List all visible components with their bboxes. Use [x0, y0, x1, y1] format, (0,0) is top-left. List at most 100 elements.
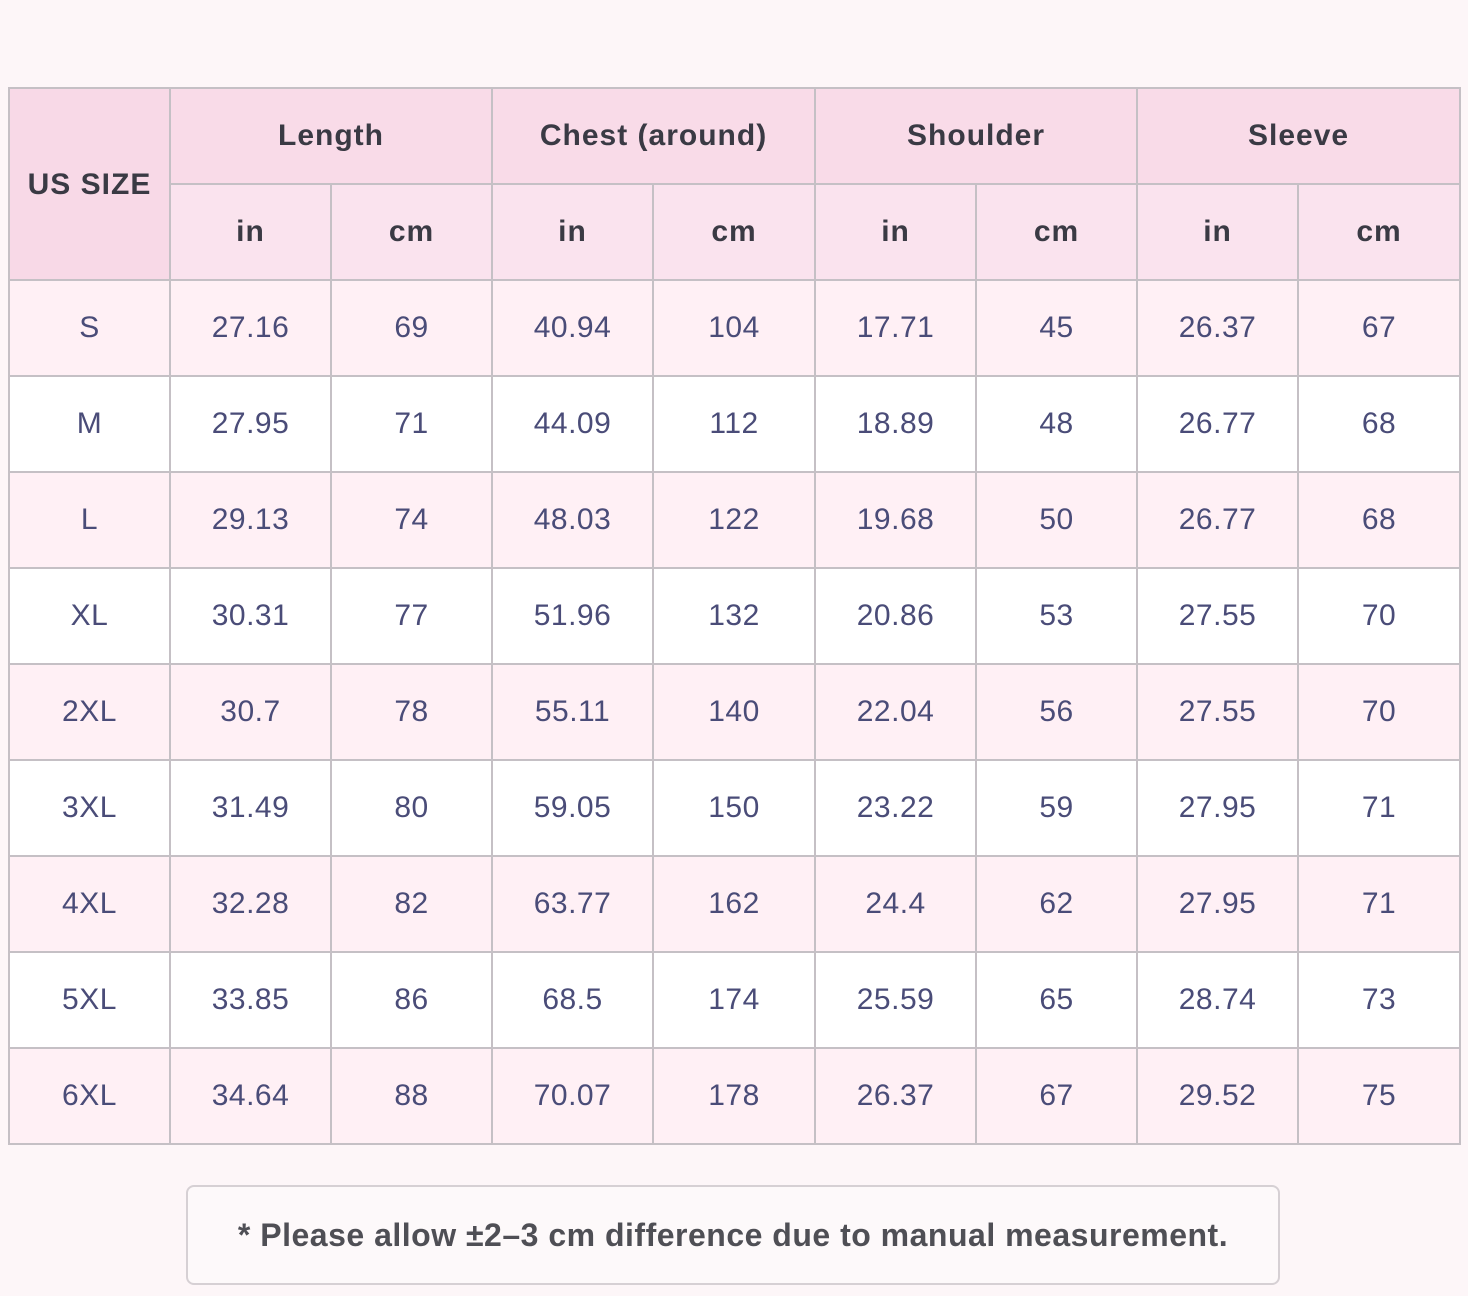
measurement-cell: 67 [975, 1047, 1139, 1145]
measurement-cell: 26.77 [1136, 375, 1300, 473]
measurement-cell: 20.86 [814, 567, 978, 665]
unit-header: cm [652, 183, 817, 281]
size-cell: S [8, 279, 171, 377]
table-row: 3XL 31.49 80 59.05 150 23.22 59 27.95 71 [8, 759, 1462, 857]
measurement-cell: 132 [652, 567, 817, 665]
measurement-cell: 63.77 [491, 855, 655, 953]
measurement-cell: 80 [329, 759, 494, 857]
table-row: 2XL 30.7 78 55.11 140 22.04 56 27.55 70 [8, 663, 1462, 761]
measurement-cell: 112 [652, 375, 817, 473]
unit-header: cm [329, 183, 494, 281]
measurement-cell: 59 [975, 759, 1139, 857]
size-chart-page: US SIZE Length Chest (around) Shoulder S… [0, 0, 1468, 1296]
measurement-cell: 27.95 [169, 375, 332, 473]
measurement-cell: 24.4 [814, 855, 978, 953]
measurement-cell: 29.52 [1136, 1047, 1300, 1145]
measurement-cell: 71 [1297, 855, 1462, 953]
measurement-cell: 18.89 [814, 375, 978, 473]
table-row: 5XL 33.85 86 68.5 174 25.59 65 28.74 73 [8, 951, 1462, 1049]
sleeve-header: Sleeve [1136, 87, 1462, 185]
measurement-cell: 82 [329, 855, 494, 953]
measurement-cell: 174 [652, 951, 817, 1049]
measurement-cell: 74 [329, 471, 494, 569]
measurement-cell: 122 [652, 471, 817, 569]
size-column-header: US SIZE [8, 87, 171, 281]
unit-header: cm [975, 183, 1139, 281]
measurement-cell: 70.07 [491, 1047, 655, 1145]
measurement-cell: 70 [1297, 663, 1462, 761]
measurement-cell: 34.64 [169, 1047, 332, 1145]
measurement-cell: 29.13 [169, 471, 332, 569]
measurement-cell: 44.09 [491, 375, 655, 473]
size-cell: 4XL [8, 855, 171, 953]
measurement-cell: 178 [652, 1047, 817, 1145]
measurement-cell: 23.22 [814, 759, 978, 857]
measurement-cell: 27.95 [1136, 855, 1300, 953]
size-cell: 6XL [8, 1047, 171, 1145]
table-row: S 27.16 69 40.94 104 17.71 45 26.37 67 [8, 279, 1462, 377]
measurement-cell: 30.7 [169, 663, 332, 761]
measurement-cell: 59.05 [491, 759, 655, 857]
length-header: Length [168, 87, 494, 185]
measurement-cell: 68 [1297, 375, 1462, 473]
measurement-cell: 62 [975, 855, 1139, 953]
measurement-cell: 68 [1297, 471, 1462, 569]
measurement-cell: 51.96 [491, 567, 655, 665]
measurement-cell: 71 [1297, 759, 1462, 857]
shoulder-header: Shoulder [814, 87, 1139, 185]
measurement-cell: 33.85 [169, 951, 332, 1049]
measurement-cell: 150 [652, 759, 817, 857]
unit-header: cm [1297, 183, 1462, 281]
measurement-note: * Please allow ±2–3 cm difference due to… [186, 1185, 1280, 1285]
size-cell: 5XL [8, 951, 171, 1049]
measurement-cell: 27.55 [1136, 663, 1300, 761]
measurement-cell: 88 [329, 1047, 494, 1145]
measurement-cell: 70 [1297, 567, 1462, 665]
measurement-cell: 50 [975, 471, 1139, 569]
size-cell: L [8, 471, 171, 569]
measurement-cell: 73 [1297, 951, 1462, 1049]
measurement-cell: 67 [1297, 279, 1462, 377]
measurement-cell: 78 [329, 663, 494, 761]
table-row: 6XL 34.64 88 70.07 178 26.37 67 29.52 75 [8, 1047, 1462, 1145]
measurement-cell: 26.77 [1136, 471, 1300, 569]
measurement-cell: 40.94 [491, 279, 655, 377]
measurement-cell: 28.74 [1136, 951, 1300, 1049]
unit-header: in [814, 183, 978, 281]
table-body: S 27.16 69 40.94 104 17.71 45 26.37 67 M 27.95 71 44… [8, 279, 1462, 1145]
table-row: 4XL 32.28 82 63.77 162 24.4 62 27.95 71 [8, 855, 1462, 953]
unit-header: in [1136, 183, 1300, 281]
measurement-cell: 27.95 [1136, 759, 1300, 857]
measurement-cell: 27.55 [1136, 567, 1300, 665]
chest-header: Chest (around) [491, 87, 817, 185]
measurement-cell: 53 [975, 567, 1139, 665]
measurement-cell: 22.04 [814, 663, 978, 761]
measurement-cell: 32.28 [169, 855, 332, 953]
table-row: M 27.95 71 44.09 112 18.89 48 26.77 68 [8, 375, 1462, 473]
measurement-cell: 140 [652, 663, 817, 761]
measurement-cell: 25.59 [814, 951, 978, 1049]
measurement-cell: 19.68 [814, 471, 978, 569]
measurement-cell: 26.37 [1136, 279, 1300, 377]
measurement-cell: 69 [329, 279, 494, 377]
measurement-cell: 68.5 [491, 951, 655, 1049]
measurement-cell: 65 [975, 951, 1139, 1049]
measurement-cell: 162 [652, 855, 817, 953]
table-header: US SIZE Length Chest (around) Shoulder S… [8, 87, 1462, 281]
measurement-cell: 48.03 [491, 471, 655, 569]
unit-header: in [169, 183, 332, 281]
measurement-cell: 75 [1297, 1047, 1462, 1145]
header-group-row: US SIZE Length Chest (around) Shoulder S… [8, 87, 1462, 281]
measurement-cell: 26.37 [814, 1047, 978, 1145]
unit-header: in [491, 183, 655, 281]
measurement-cell: 17.71 [814, 279, 978, 377]
measurement-cell: 45 [975, 279, 1139, 377]
measurement-cell: 30.31 [169, 567, 332, 665]
table-row: XL 30.31 77 51.96 132 20.86 53 27.55 70 [8, 567, 1462, 665]
measurement-cell: 55.11 [491, 663, 655, 761]
size-cell: 2XL [8, 663, 171, 761]
table-row: L 29.13 74 48.03 122 19.68 50 26.77 68 [8, 471, 1462, 569]
measurement-cell: 71 [329, 375, 494, 473]
size-cell: XL [8, 567, 171, 665]
measurement-cell: 77 [329, 567, 494, 665]
